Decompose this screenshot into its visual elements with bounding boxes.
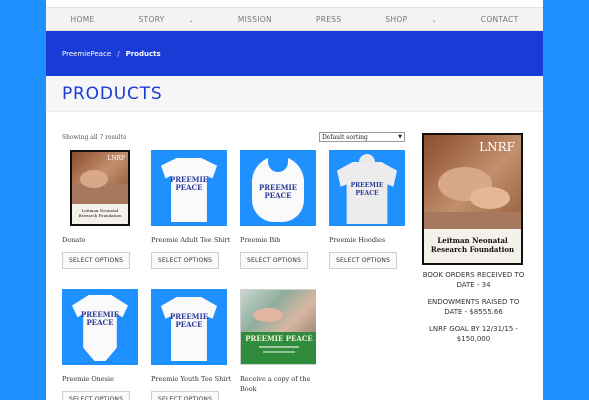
product-card-hoodies: PREEMIE PEACE Preemie Hoodies SELECT OPTI…	[329, 150, 411, 269]
main-nav: HOME STORY ⌄ MISSION PRESS SHOP ⌄ CONTACT	[46, 8, 543, 31]
sort-select-value: Default sorting	[322, 133, 368, 141]
select-options-button[interactable]: SELECT OPTIONS	[240, 252, 309, 269]
nav-label: MISSION	[237, 14, 272, 24]
select-options-button[interactable]: SELECT OPTIONS	[62, 391, 131, 400]
results-count: Showing all 7 results	[62, 134, 127, 141]
nav-label: SHOP	[385, 14, 408, 24]
product-card-bib: PREEMIE PEACE Preemie Bib SELECT OPTIONS	[240, 150, 322, 269]
lnrf-logo-image: LNRF Leitman Neonatal Research Foundatio…	[70, 150, 130, 226]
nav-item-mission[interactable]: MISSION	[216, 15, 294, 24]
product-card-onesie: PREEMIE PEACE Preemie Onesie SELECT OPTIO…	[62, 289, 144, 400]
nav-label: CONTACT	[480, 14, 519, 24]
shirt-print-line2: PEACE	[175, 320, 203, 329]
lnrf-org-line2: Research Foundation	[78, 213, 122, 218]
breadcrumb-home-link[interactable]: PreemiePeace	[62, 50, 111, 58]
shirt-print-line2: PEACE	[86, 318, 114, 327]
nav-item-contact[interactable]: CONTACT	[459, 15, 541, 24]
product-image-youth-tee[interactable]: PREEMIE PEACE	[151, 289, 227, 365]
nav-item-home[interactable]: HOME	[49, 15, 117, 24]
top-strip	[46, 0, 543, 8]
product-image-adult-tee[interactable]: PREEMIE PEACE	[151, 150, 227, 226]
select-options-button[interactable]: SELECT OPTIONS	[151, 391, 220, 400]
select-options-button[interactable]: SELECT OPTIONS	[62, 252, 131, 269]
book-cover-title: PREEMIE PEACE	[245, 334, 313, 343]
lnrf-badge-text: LNRF	[479, 140, 515, 154]
page-title: PRODUCTS	[62, 83, 163, 104]
nav-label: HOME	[70, 14, 95, 24]
lnrf-sidebar-image[interactable]: LNRF Leitman Neonatal Research Foundatio…	[422, 133, 523, 265]
endowments-text: ENDOWMENTS RAISED TO DATE - $8555.66	[427, 298, 520, 316]
product-image-donate[interactable]: LNRF Leitman Neonatal Research Foundatio…	[62, 150, 138, 226]
product-image-onesie[interactable]: PREEMIE PEACE	[62, 289, 138, 365]
breadcrumb-separator: /	[117, 49, 120, 58]
shirt-print-line2: PEACE	[264, 191, 292, 200]
chevron-down-icon: ⌄	[431, 16, 437, 24]
lnrf-badge-text: LNRF	[107, 154, 126, 162]
title-bar: PRODUCTS	[46, 76, 543, 112]
product-name[interactable]: Preemie Youth Tee Shirt	[151, 374, 233, 384]
shirt-print-line2: PEACE	[175, 183, 203, 192]
product-card-adult-tee: PREEMIE PEACE Preemie Adult Tee Shirt SEL…	[151, 150, 233, 269]
product-name[interactable]: Preemie Bib	[240, 235, 322, 245]
product-card-donate: LNRF Leitman Neonatal Research Foundatio…	[62, 150, 144, 269]
nav-item-story[interactable]: STORY ⌄	[117, 15, 216, 24]
chevron-down-icon: ▼	[398, 134, 402, 140]
product-image-book[interactable]: PREEMIE PEACE	[240, 289, 316, 365]
product-image-hoodies[interactable]: PREEMIE PEACE	[329, 150, 405, 226]
goal-text: LNRF GOAL BY 12/31/15 - $150,000	[428, 325, 519, 343]
nav-label: STORY	[138, 14, 165, 24]
shirt-print-line1: PREEMIE	[350, 182, 384, 189]
product-image-bib[interactable]: PREEMIE PEACE	[240, 150, 316, 226]
product-card-youth-tee: PREEMIE PEACE Preemie Youth Tee Shirt SEL…	[151, 289, 233, 400]
breadcrumb: PreemiePeace / Products	[46, 31, 543, 76]
product-name[interactable]: Preemie Onesie	[62, 374, 144, 384]
chevron-down-icon: ⌄	[188, 16, 194, 24]
shirt-print-line2: PEACE	[355, 190, 379, 197]
book-orders-text: BOOK ORDERS RECEIVED TO DATE - 34	[422, 271, 525, 289]
select-options-button[interactable]: SELECT OPTIONS	[329, 252, 398, 269]
breadcrumb-current: Products	[125, 49, 161, 58]
product-name[interactable]: Donate	[62, 235, 144, 245]
lnrf-org-line1: Leitman Neonatal	[437, 236, 508, 245]
page: HOME STORY ⌄ MISSION PRESS SHOP ⌄ CONTACT …	[46, 0, 543, 400]
nav-label: PRESS	[315, 14, 342, 24]
product-card-book: PREEMIE PEACE Receive a copy of the Book	[240, 289, 322, 394]
nav-item-shop[interactable]: SHOP ⌄	[363, 15, 458, 24]
select-options-button[interactable]: SELECT OPTIONS	[151, 252, 220, 269]
product-name[interactable]: Preemie Adult Tee Shirt	[151, 235, 233, 245]
lnrf-org-line2: Research Foundation	[430, 245, 515, 254]
sort-select[interactable]: Default sorting ▼	[319, 132, 405, 142]
product-name[interactable]: Receive a copy of the Book	[240, 374, 322, 394]
book-cover-image: PREEMIE PEACE	[240, 289, 316, 365]
nav-item-press[interactable]: PRESS	[294, 15, 364, 24]
product-name[interactable]: Preemie Hoodies	[329, 235, 411, 245]
